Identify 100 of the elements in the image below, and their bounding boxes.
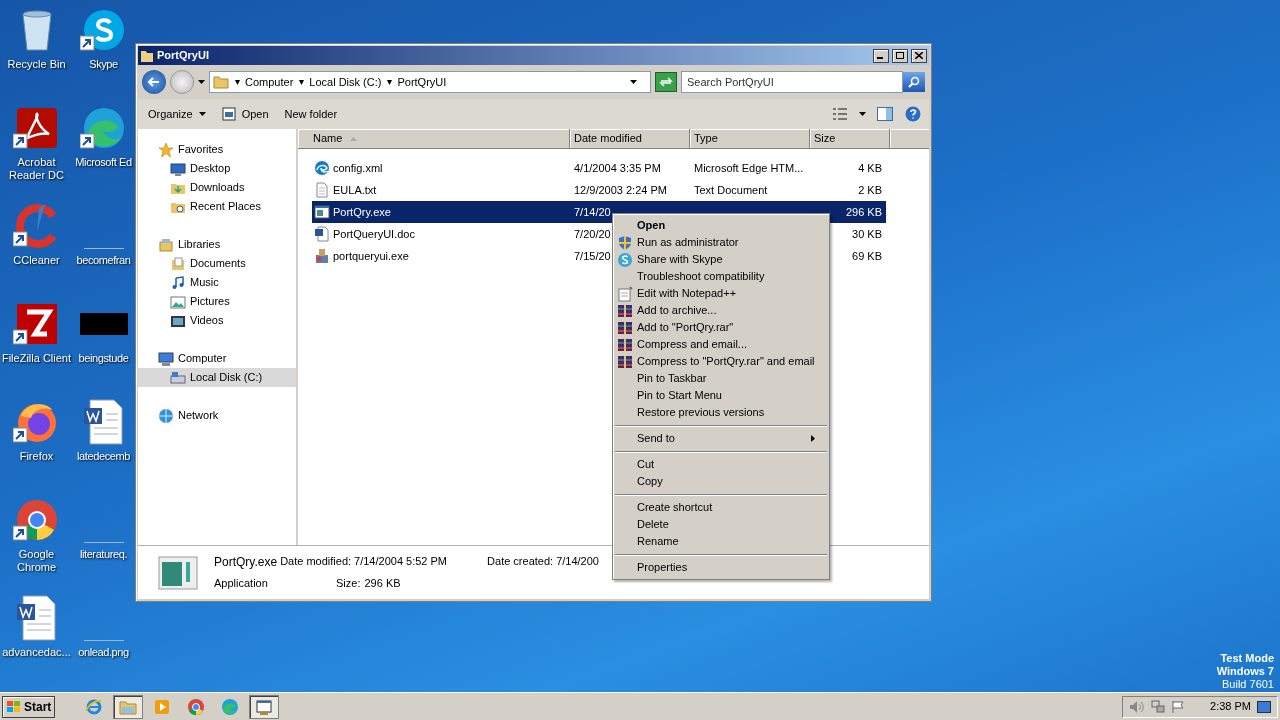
menu-item[interactable]: Cut — [615, 456, 827, 473]
shield-icon — [617, 234, 633, 251]
desktop-icon-label[interactable]: Acrobat Reader DC — [0, 156, 73, 182]
menu-item[interactable]: Edit with Notepad++ — [615, 285, 827, 302]
clock[interactable]: 2:38 PM — [1210, 698, 1251, 715]
menu-item[interactable]: Add to archive... — [615, 302, 827, 319]
column-header[interactable]: Name — [298, 129, 570, 149]
desktop-icon-label[interactable]: Google Chrome — [0, 548, 73, 574]
file-size: 296 KB — [845, 205, 882, 218]
application-icon — [255, 697, 274, 716]
nav-group[interactable]: Computer — [138, 349, 296, 368]
file-size: 2 KB — [858, 183, 882, 196]
breadcrumb-item[interactable]: PortQryUI — [397, 73, 447, 91]
nav-group[interactable]: Libraries — [138, 235, 296, 254]
start-button[interactable]: Start — [2, 695, 56, 718]
desktop-icon-label[interactable]: advancedac... — [0, 646, 73, 659]
back-button[interactable] — [142, 70, 166, 94]
nav-group[interactable]: Favorites — [138, 140, 296, 159]
menu-item[interactable]: Copy — [615, 473, 827, 490]
desktop-icon-label[interactable]: FileZilla Client — [0, 352, 73, 365]
back-arrow-icon — [148, 77, 160, 87]
nav-item[interactable]: Documents — [138, 254, 296, 273]
address-bar[interactable]: Computer Local Disk (C:) PortQryUI — [209, 71, 651, 93]
nav-item[interactable]: Videos — [138, 311, 296, 330]
menu-item[interactable]: Properties — [615, 559, 827, 576]
nav-item[interactable]: Recent Places — [138, 197, 296, 216]
desktop-icon-label[interactable]: Microsoft Ed — [75, 156, 132, 169]
file-name: EULA.txt — [333, 182, 377, 198]
file-date: 7/20/20 — [574, 227, 611, 240]
menu-item[interactable]: Compress and email... — [615, 336, 827, 353]
folder-icon — [140, 48, 154, 63]
taskbar-app-button[interactable] — [113, 694, 144, 719]
desktop-icon-label[interactable]: latedecemb — [77, 450, 130, 463]
menu-item[interactable]: Rename — [615, 533, 827, 550]
details-file-type: Application — [214, 576, 269, 592]
edge-file-icon — [314, 160, 330, 176]
network-icon[interactable] — [1151, 699, 1165, 714]
breadcrumb-caret-icon[interactable] — [299, 79, 305, 85]
folder-icon — [213, 74, 229, 90]
minimize-button[interactable] — [873, 48, 889, 63]
desktop-icon-label[interactable]: CCleaner — [0, 254, 73, 267]
toolbar-button[interactable]: New folder — [278, 102, 344, 126]
menu-item[interactable]: Pin to Taskbar — [615, 370, 827, 387]
menu-item[interactable]: Troubleshoot compatibility — [615, 268, 827, 285]
search-button[interactable] — [903, 72, 925, 92]
desktop-icon-label[interactable]: Firefox — [0, 450, 73, 463]
file-date: 7/14/20 — [574, 205, 611, 218]
windows-logo-icon — [6, 699, 22, 714]
desktop-icon-label[interactable]: Skype — [89, 58, 118, 71]
menu-item[interactable]: Create shortcut — [615, 499, 827, 516]
file-type: Microsoft Edge HTM... — [694, 161, 804, 174]
flag-icon[interactable] — [1171, 699, 1185, 714]
column-header[interactable]: Type — [690, 129, 810, 149]
file-date: 4/1/2004 3:35 PM — [574, 161, 661, 174]
column-header[interactable]: Date modified — [570, 129, 690, 149]
desktop-icon-label[interactable]: beingstude — [78, 352, 129, 365]
internet-explorer-icon — [85, 697, 104, 716]
maximize-button[interactable] — [892, 48, 908, 63]
toolbar-button[interactable]: Open — [215, 102, 275, 126]
menu-item[interactable]: Compress to "PortQry.rar" and email — [615, 353, 827, 370]
documents-icon — [170, 255, 186, 272]
nav-item[interactable]: Desktop — [138, 159, 296, 178]
breadcrumb-item[interactable]: Computer — [245, 73, 294, 91]
desktop-icon-label[interactable]: onlead.png — [78, 646, 129, 659]
details-file-name: PortQry.exe — [214, 554, 278, 572]
file-date: 12/9/2003 2:24 PM — [574, 183, 667, 196]
search-field[interactable]: Search PortQryUI — [681, 71, 903, 93]
menu-item[interactable]: Send to — [615, 430, 827, 447]
open-icon — [221, 107, 236, 121]
breadcrumb-caret-icon[interactable] — [235, 79, 240, 85]
media-player-icon — [153, 697, 172, 716]
close-button[interactable] — [911, 48, 927, 63]
menu-item[interactable]: Share with Skype — [615, 251, 827, 268]
column-header[interactable]: Size — [810, 129, 890, 149]
desktop-icon-label[interactable]: Recycle Bin — [0, 58, 73, 71]
toolbar-button[interactable]: Organize — [142, 102, 212, 126]
nav-item[interactable]: Music — [138, 273, 296, 292]
file-size: 4 KB — [858, 161, 882, 174]
menu-item[interactable]: Pin to Start Menu — [615, 387, 827, 404]
desktop-icon-label[interactable]: literatureq. — [79, 548, 128, 561]
breadcrumb-item[interactable]: Local Disk (C:) — [309, 73, 382, 91]
details-label: Size: — [336, 576, 361, 592]
file-size: 30 KB — [852, 227, 882, 240]
nav-item[interactable]: Pictures — [138, 292, 296, 311]
file-name: PortQry.exe — [333, 204, 391, 220]
menu-item[interactable]: Restore previous versions — [615, 404, 827, 421]
menu-item[interactable]: Delete — [615, 516, 827, 533]
breadcrumb-caret-icon[interactable] — [387, 79, 393, 85]
history-caret-icon — [198, 80, 205, 84]
show-desktop-icon[interactable] — [1257, 700, 1271, 713]
refresh-button[interactable] — [655, 72, 677, 92]
preview-pane-icon — [877, 107, 893, 121]
nav-item[interactable]: Downloads — [138, 178, 296, 197]
desktop-icon-label[interactable]: becomefran — [76, 254, 131, 267]
taskbar-app-button[interactable] — [249, 694, 280, 719]
sort-arrow-icon — [350, 136, 358, 141]
nav-item[interactable]: Local Disk (C:) — [138, 368, 296, 387]
menu-item[interactable]: Add to "PortQry.rar" — [615, 319, 827, 336]
nav-group[interactable]: Network — [138, 406, 296, 425]
details-value: 296 KB — [364, 576, 401, 592]
